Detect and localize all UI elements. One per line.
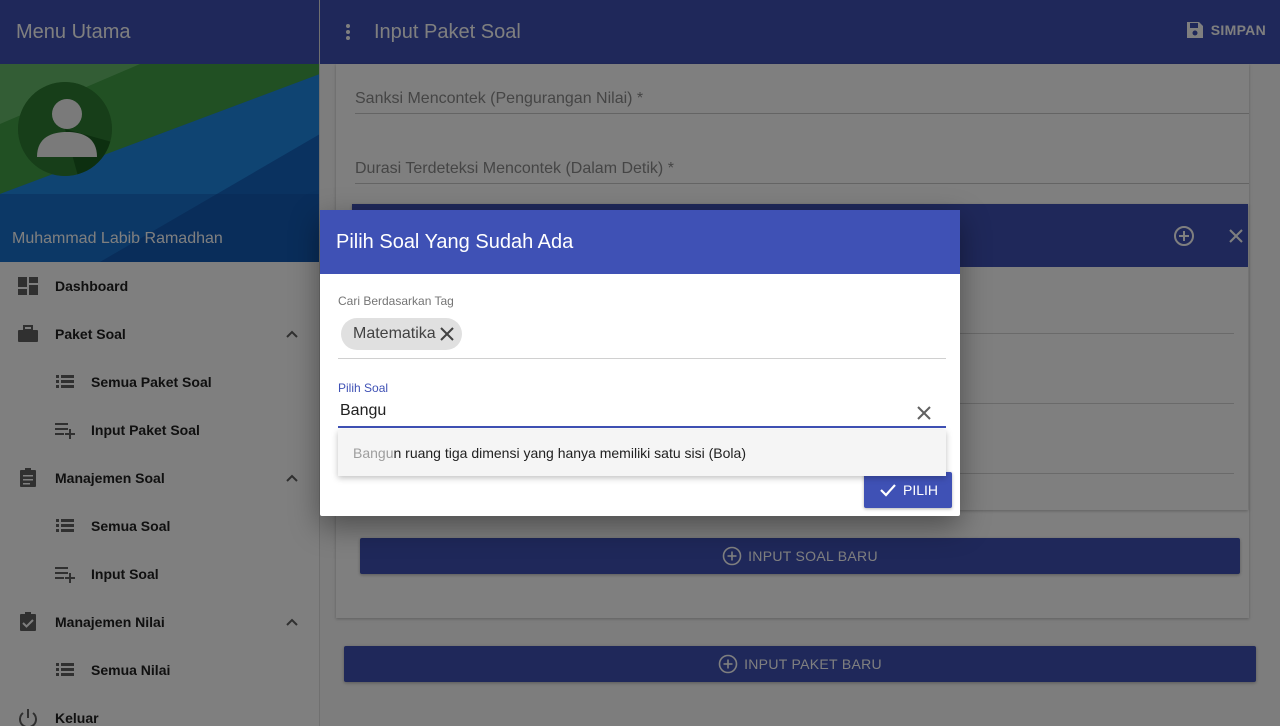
option-rest: n ruang tiga dimensi yang hanya memiliki…: [393, 445, 746, 461]
tag-field-underline: [338, 358, 946, 359]
autocomplete-option[interactable]: Bangu n ruang tiga dimensi yang hanya mem…: [338, 430, 946, 476]
pilih-soal-dialog: Pilih Soal Yang Sudah Ada Cari Berdasark…: [320, 210, 960, 516]
check-icon: [880, 484, 896, 497]
soal-field-label: Pilih Soal: [338, 381, 389, 395]
tag-chip[interactable]: Matematika: [341, 318, 462, 350]
match-highlight: Bangu: [353, 445, 394, 461]
dialog-title: Pilih Soal Yang Sudah Ada: [320, 210, 960, 274]
autocomplete-menu: Bangu n ruang tiga dimensi yang hanya mem…: [338, 430, 946, 476]
pilih-label: PILIH: [902, 482, 938, 498]
pilih-button[interactable]: PILIH: [864, 472, 952, 508]
chip-remove-icon[interactable]: [438, 325, 456, 343]
tag-search-label: Cari Berdasarkan Tag: [338, 294, 454, 308]
tag-chip-label: Matematika: [353, 325, 436, 342]
clear-icon[interactable]: [916, 405, 932, 421]
soal-search-input[interactable]: [338, 396, 946, 428]
